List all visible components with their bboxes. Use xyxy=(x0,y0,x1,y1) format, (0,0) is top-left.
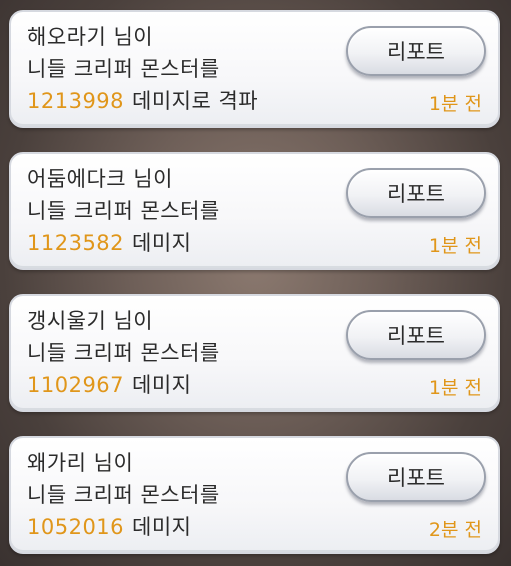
damage-result: 데미지 xyxy=(132,373,192,397)
player-name: 갱시울기 님이 xyxy=(27,309,154,333)
damage-value: 1123582 xyxy=(27,231,125,255)
damage-result: 데미지로 격파 xyxy=(132,89,259,113)
damage-value: 1102967 xyxy=(27,373,125,397)
damage-result: 데미지 xyxy=(132,231,192,255)
damage-line: 1052016 데미지 xyxy=(27,514,192,540)
damage-line: 1123582 데미지 xyxy=(27,230,192,256)
notification-message: 니들 크리퍼 몬스터를 xyxy=(27,199,220,223)
timestamp: 1분 전 xyxy=(428,93,482,115)
notification-card: 해오라기 님이 니들 크리퍼 몬스터를 1213998 데미지로 격파 리포트 1… xyxy=(9,10,500,128)
damage-line: 1213998 데미지로 격파 xyxy=(27,88,258,114)
notification-card: 어둠에다크 님이 니들 크리퍼 몬스터를 1123582 데미지 리포트 1분 전 xyxy=(9,152,500,270)
damage-value: 1213998 xyxy=(27,89,125,113)
notification-message: 니들 크리퍼 몬스터를 xyxy=(27,57,220,81)
timestamp: 1분 전 xyxy=(428,235,482,257)
notification-card: 갱시울기 님이 니들 크리퍼 몬스터를 1102967 데미지 리포트 1분 전 xyxy=(9,294,500,412)
report-button[interactable]: 리포트 xyxy=(346,168,486,218)
notification-card: 왜가리 님이 니들 크리퍼 몬스터를 1052016 데미지 리포트 2분 전 xyxy=(9,436,500,554)
report-button[interactable]: 리포트 xyxy=(346,26,486,76)
timestamp: 2분 전 xyxy=(428,519,482,541)
player-name: 왜가리 님이 xyxy=(27,451,134,475)
damage-result: 데미지 xyxy=(132,515,192,539)
player-name: 해오라기 님이 xyxy=(27,25,154,49)
timestamp: 1분 전 xyxy=(428,377,482,399)
report-button[interactable]: 리포트 xyxy=(346,452,486,502)
damage-line: 1102967 데미지 xyxy=(27,372,192,398)
damage-value: 1052016 xyxy=(27,515,125,539)
notification-feed: 해오라기 님이 니들 크리퍼 몬스터를 1213998 데미지로 격파 리포트 1… xyxy=(0,0,511,566)
notification-message: 니들 크리퍼 몬스터를 xyxy=(27,483,220,507)
report-button[interactable]: 리포트 xyxy=(346,310,486,360)
notification-message: 니들 크리퍼 몬스터를 xyxy=(27,341,220,365)
player-name: 어둠에다크 님이 xyxy=(27,167,173,191)
